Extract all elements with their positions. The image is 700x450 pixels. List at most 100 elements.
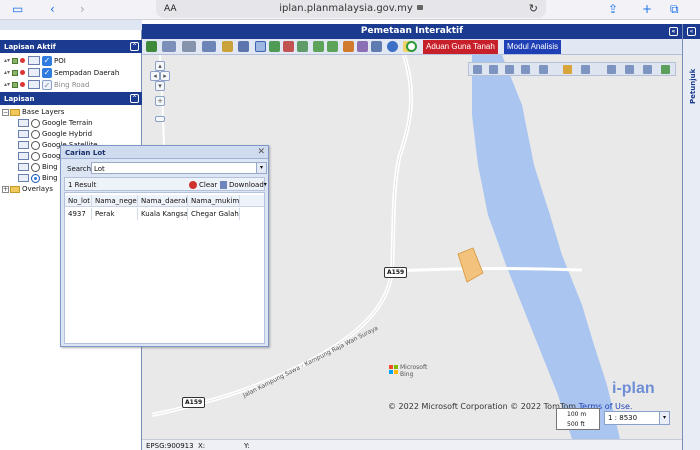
search-value: Lot [94,165,105,173]
pencil-icon[interactable] [563,65,572,74]
layer-radio-selected[interactable] [31,173,40,183]
pan-down-button[interactable]: ▾ [155,81,165,91]
column-header[interactable]: Nama_mukim [188,195,240,206]
zoom-icon[interactable] [182,41,196,52]
save-edit-icon[interactable] [661,65,670,74]
collapse-icon[interactable]: « [669,27,678,36]
clear-button[interactable]: Clear [189,179,217,190]
zoom-in-icon[interactable] [269,41,280,52]
info-icon[interactable] [387,41,398,52]
sidebar-icon[interactable]: ▭ [12,2,23,16]
layer-checkbox[interactable]: ✓ [42,55,52,66]
identify-icon[interactable] [371,41,382,52]
result-count: 1 Result [68,181,97,189]
layers-header: Lapisan ^ [0,92,142,105]
layer-visibility-icon[interactable] [12,57,18,64]
layer-radio[interactable] [31,118,40,128]
dialog-title-bar[interactable]: Carian Lot ✕ [61,146,268,159]
legend-tab[interactable]: Petunjuk [685,64,699,104]
reload-icon[interactable]: ↻ [529,2,538,15]
move-icon[interactable] [625,65,634,74]
draw-point-icon[interactable] [473,65,482,74]
column-header[interactable]: Nama_negeri [92,195,138,206]
base-layer-item[interactable]: Bing A [18,162,65,172]
draw-polygon-icon[interactable] [505,65,514,74]
edit-feature-icon[interactable] [539,65,548,74]
search-lot-dialog: Carian Lot ✕ Search: Lot ▾ 1 Result Clea… [60,145,269,347]
chevron-down-icon[interactable]: ▾ [659,412,669,424]
zoom-in-button[interactable]: + [155,96,165,106]
delete-feature-icon[interactable] [643,65,652,74]
scale-value: 1 : 8530 [608,414,638,422]
draw-line-icon[interactable] [489,65,498,74]
refresh-icon[interactable] [406,41,417,52]
pan-icon[interactable] [255,41,266,52]
layer-radio[interactable] [31,162,40,172]
collapse-icon[interactable]: ^ [130,42,139,51]
active-layer-item[interactable]: ▴▾ ✓ Sempadan Daerah [4,67,119,78]
select-feature-icon[interactable] [521,65,530,74]
share-icon[interactable]: ⇪ [608,2,618,16]
zoom-out-icon[interactable] [283,41,294,52]
reorder-icon[interactable]: ▴▾ [4,69,12,76]
aduan-guna-tanah-button[interactable]: Aduan Guna Tanah [423,40,498,54]
chevron-down-icon[interactable]: ▾ [256,163,266,173]
layer-checkbox[interactable]: ✓ [42,67,52,78]
tabs-icon[interactable]: ⧉ [670,2,679,17]
pan-right-button[interactable]: ▸ [160,71,170,81]
reorder-icon[interactable]: ▴▾ [4,57,12,64]
collapse-tree-icon[interactable]: − [2,108,9,116]
layer-checkbox[interactable]: ✓ [42,79,52,90]
next-icon[interactable] [327,41,338,52]
pan-left-button[interactable]: ◂ [150,71,160,81]
column-header[interactable]: No_lot [65,195,92,206]
new-tab-icon[interactable]: + [642,2,652,16]
close-icon[interactable]: ✕ [257,147,265,157]
clear-label: Clear [199,180,218,189]
layers-icon[interactable] [162,41,176,52]
layer-visibility-icon[interactable] [12,69,18,76]
active-layer-item[interactable]: ▴▾ ✓ POI [4,55,66,66]
save-icon[interactable] [238,41,249,52]
reorder-icon[interactable]: ▴▾ [4,81,12,88]
grid-icon[interactable] [202,41,216,52]
table-row[interactable]: 4937 Perak Kuala Kangsar Chegar Galah [65,208,264,220]
chevron-down-icon: ▾ [263,181,267,188]
layer-radio[interactable] [31,151,40,161]
download-button[interactable]: Download ▾ [220,179,267,190]
remove-layer-icon[interactable] [20,70,25,75]
search-select[interactable]: Lot ▾ [91,162,267,174]
base-layers-node[interactable]: − Base Layers [2,107,64,117]
print-icon[interactable] [222,41,233,52]
address-bar[interactable]: AA iplan.planmalaysia.gov.my ↻ [156,0,546,18]
home-icon[interactable] [146,41,157,52]
column-header[interactable]: Nama_daerah [138,195,188,206]
box-select-icon[interactable] [607,65,616,74]
base-layer-item[interactable]: Google Terrain [18,118,93,128]
measure-icon[interactable] [343,41,354,52]
modul-analisis-button[interactable]: Modul Analisis [504,40,562,54]
zoom-slider-handle[interactable] [155,116,165,122]
pan-up-button[interactable]: ▴ [155,61,165,71]
remove-layer-icon[interactable] [20,82,25,87]
layer-radio[interactable] [31,129,40,139]
layer-visibility-icon[interactable] [12,81,18,88]
forward-icon[interactable]: › [80,2,85,16]
query-icon[interactable] [357,41,368,52]
layer-radio[interactable] [31,140,40,150]
active-layer-item[interactable]: ▴▾ ✓ Bing Road [4,79,89,90]
expand-icon[interactable]: « [687,27,696,36]
download-icon [220,180,227,189]
base-layer-item[interactable]: Google Hybrid [18,129,92,139]
previous-icon[interactable] [313,41,324,52]
remove-layer-icon[interactable] [20,58,25,63]
full-extent-icon[interactable] [297,41,308,52]
scale-select[interactable]: 1 : 8530 ▾ [604,411,670,425]
expand-tree-icon[interactable]: + [2,185,9,193]
split-icon[interactable] [581,65,590,74]
lot-polygon[interactable] [457,247,484,283]
overlays-node[interactable]: + Overlays [2,184,53,194]
base-layer-item[interactable]: Bing R [18,173,65,183]
back-icon[interactable]: ‹ [50,2,55,16]
collapse-icon[interactable]: ^ [130,94,139,103]
